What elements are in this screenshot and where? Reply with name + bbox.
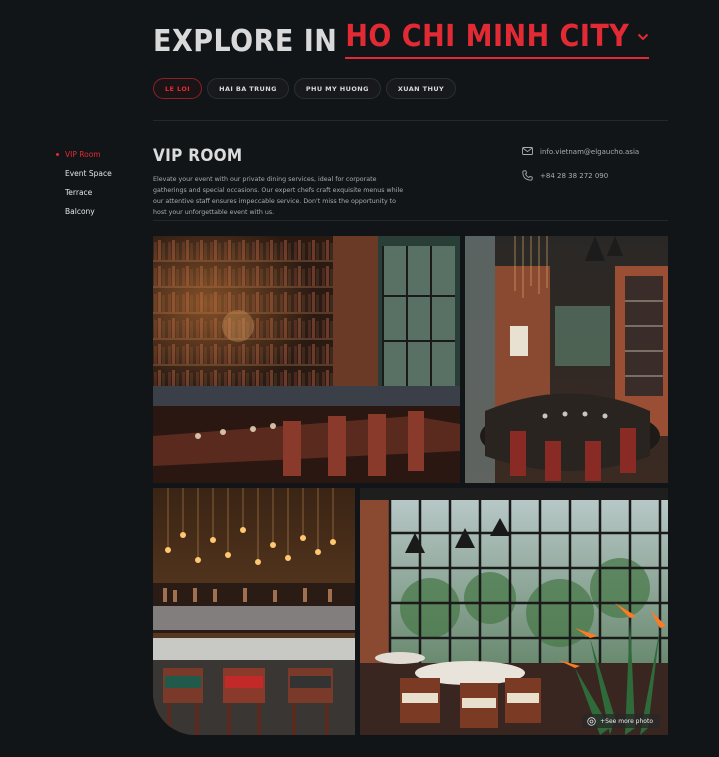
inactive-dot	[56, 210, 59, 213]
city-selector[interactable]: HO CHI MINH CITY	[345, 19, 650, 59]
phone-icon	[522, 169, 533, 183]
section-title: VIP ROOM	[153, 146, 243, 166]
tab-phu-my-huong[interactable]: PHU MY HUONG	[293, 78, 381, 99]
chevron-down-icon	[637, 33, 649, 41]
inactive-dot	[56, 191, 59, 194]
photo-wine-wall-dining[interactable]	[153, 236, 460, 483]
see-more-photos-button[interactable]: +See more photo	[582, 714, 660, 728]
sidebar-item-label: Balcony	[65, 207, 95, 216]
photo-bar-counter[interactable]	[153, 488, 355, 735]
section-description: Elevate your event with our private dini…	[153, 176, 404, 216]
email-link[interactable]: info.vietnam@elgaucho.asia	[522, 146, 639, 158]
tab-le-loi[interactable]: LE LOI	[153, 78, 203, 99]
sidebar-item-label: Event Space	[65, 169, 112, 178]
email-text: info.vietnam@elgaucho.asia	[540, 148, 640, 156]
sidebar-item-vip-room[interactable]: VIP Room	[56, 145, 112, 164]
photo-window-dining-room[interactable]: +See more photo	[360, 488, 668, 735]
divider	[153, 220, 668, 221]
see-more-label: +See more photo	[600, 717, 653, 725]
mail-icon	[522, 147, 533, 157]
sidebar-item-label: Terrace	[65, 188, 93, 197]
divider	[153, 120, 668, 121]
sidebar-item-terrace[interactable]: Terrace	[56, 183, 112, 202]
phone-link[interactable]: +84 28 38 272 090	[522, 169, 639, 183]
phone-text: +84 28 38 272 090	[540, 172, 609, 180]
tab-xuan-thuy[interactable]: XUAN THUY	[385, 78, 457, 99]
contact-info: info.vietnam@elgaucho.asia +84 28 38 272…	[522, 146, 639, 182]
sidebar-item-label: VIP Room	[65, 150, 101, 159]
sidebar-item-balcony[interactable]: Balcony	[56, 202, 112, 221]
sidebar-item-event-space[interactable]: Event Space	[56, 164, 112, 183]
city-name: HO CHI MINH CITY	[345, 19, 630, 54]
tab-hai-ba-trung[interactable]: HAI BA TRUNG	[207, 78, 289, 99]
camera-icon	[587, 716, 596, 726]
branch-tabs: LE LOI HAI BA TRUNG PHU MY HUONG XUAN TH…	[153, 78, 457, 99]
active-dot	[56, 153, 59, 156]
page-header: EXPLORE IN HO CHI MINH CITY	[153, 19, 650, 59]
space-sidebar: VIP Room Event Space Terrace Balcony	[56, 145, 112, 221]
inactive-dot	[56, 172, 59, 175]
page-title-prefix: EXPLORE IN	[153, 24, 338, 59]
photo-long-table-room[interactable]	[465, 236, 668, 483]
